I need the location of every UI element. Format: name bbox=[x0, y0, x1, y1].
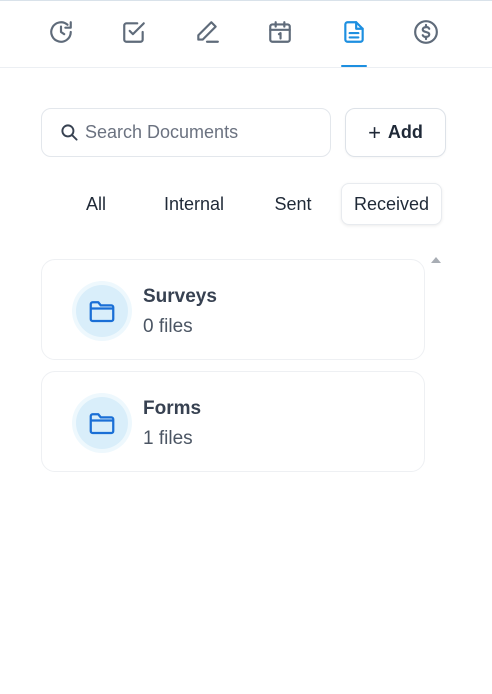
tab-billing[interactable] bbox=[406, 19, 446, 63]
filter-internal[interactable]: Internal bbox=[154, 183, 234, 225]
folder-avatar bbox=[76, 285, 128, 337]
tab-bar bbox=[0, 1, 492, 68]
dollar-icon bbox=[414, 20, 438, 44]
checkbox-icon bbox=[123, 22, 145, 43]
folder-name: Forms bbox=[143, 398, 202, 419]
folder-icon bbox=[89, 301, 115, 323]
folder-name: Surveys bbox=[143, 286, 217, 307]
filter-all[interactable]: All bbox=[71, 183, 121, 225]
document-icon bbox=[344, 21, 364, 43]
tab-tasks[interactable] bbox=[114, 19, 154, 63]
history-icon bbox=[50, 21, 72, 43]
scroll-up-arrow[interactable] bbox=[431, 257, 441, 263]
tab-documents[interactable] bbox=[334, 19, 374, 67]
add-button[interactable]: + Add bbox=[345, 108, 446, 157]
folder-icon bbox=[89, 413, 115, 435]
folder-file-count: 0 files bbox=[143, 316, 193, 337]
calendar-icon bbox=[269, 21, 291, 43]
pen-icon bbox=[197, 21, 219, 43]
filter-received[interactable]: Received bbox=[341, 183, 442, 225]
folder-card[interactable]: Forms 1 files bbox=[41, 371, 425, 472]
folder-card[interactable]: Surveys 0 files bbox=[41, 259, 425, 360]
search-input[interactable] bbox=[85, 122, 315, 143]
folder-avatar bbox=[76, 397, 128, 449]
tab-sign[interactable] bbox=[187, 19, 227, 63]
filter-sent[interactable]: Sent bbox=[264, 183, 322, 225]
filter-tabs: All Internal Sent Received bbox=[0, 183, 492, 225]
tab-calendar[interactable] bbox=[260, 19, 300, 63]
add-button-label: Add bbox=[387, 122, 423, 142]
plus-icon: + bbox=[368, 119, 381, 145]
search-box[interactable] bbox=[41, 108, 331, 157]
search-icon bbox=[61, 124, 78, 141]
folder-file-count: 1 files bbox=[143, 428, 193, 449]
tab-history[interactable] bbox=[41, 19, 81, 63]
